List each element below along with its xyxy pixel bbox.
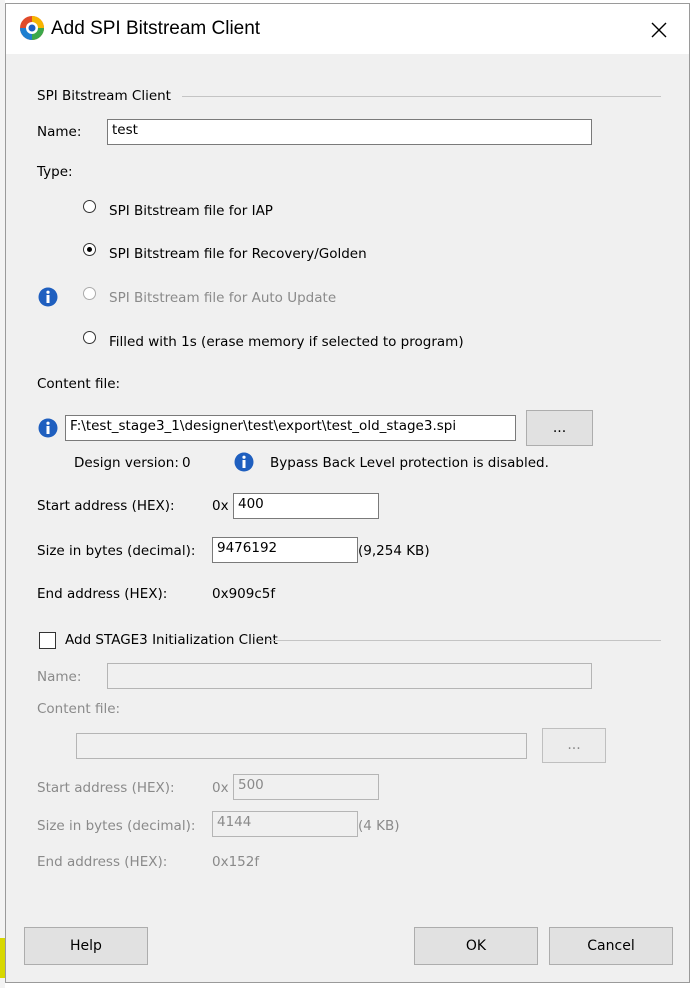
radio-recovery-golden-label[interactable]: SPI Bitstream file for Recovery/Golden <box>109 246 367 262</box>
bypass-info-icon <box>234 452 254 472</box>
design-version-label: Design version: <box>74 455 179 471</box>
close-icon <box>651 22 667 38</box>
stage3-content-file-input[interactable] <box>76 733 527 759</box>
stage3-name-input[interactable] <box>107 663 592 689</box>
stage3-start-address-prefix: 0x <box>212 780 229 796</box>
size-input[interactable]: 9476192 <box>212 537 358 563</box>
ok-button[interactable]: OK <box>414 927 538 965</box>
stage3-content-file-label: Content file: <box>37 701 121 717</box>
window-title: Add SPI Bitstream Client <box>51 18 261 39</box>
name-input[interactable]: test <box>107 119 592 145</box>
stage3-start-address-input[interactable]: 500 <box>233 774 379 800</box>
radio-filled-with-1s[interactable] <box>83 331 96 344</box>
info-icon <box>38 287 58 307</box>
end-address-label: End address (HEX): <box>37 586 168 602</box>
stage3-size-input[interactable]: 4144 <box>212 811 358 837</box>
title-bar: Add SPI Bitstream Client <box>6 4 689 54</box>
radio-auto-update[interactable] <box>83 287 96 300</box>
content-file-label: Content file: <box>37 376 121 392</box>
start-address-label: Start address (HEX): <box>37 498 175 514</box>
stage3-name-label: Name: <box>37 669 82 685</box>
cancel-button[interactable]: Cancel <box>549 927 673 965</box>
stage3-checkbox-label[interactable]: Add STAGE3 Initialization Client <box>65 632 278 648</box>
stage3-size-label: Size in bytes (decimal): <box>37 818 196 834</box>
app-logo-icon <box>20 16 44 40</box>
content-info-icon <box>38 418 58 438</box>
stage3-size-kb: (4 KB) <box>358 818 400 834</box>
add-spi-bitstream-client-dialog: Add SPI Bitstream Client SPI Bitstream C… <box>5 3 690 983</box>
size-label: Size in bytes (decimal): <box>37 543 196 559</box>
stage3-end-address-value: 0x152f <box>212 854 260 870</box>
radio-filled-with-1s-label[interactable]: Filled with 1s (erase memory if selected… <box>109 334 464 350</box>
end-address-value: 0x909c5f <box>212 586 276 602</box>
radio-recovery-golden[interactable] <box>83 243 96 256</box>
stage3-checkbox[interactable] <box>39 632 56 649</box>
bypass-message: Bypass Back Level protection is disabled… <box>270 455 549 471</box>
size-kb: (9,254 KB) <box>358 543 430 559</box>
stage3-start-address-label: Start address (HEX): <box>37 780 175 796</box>
start-address-prefix: 0x <box>212 498 229 514</box>
stage3-browse-button[interactable]: ... <box>542 728 606 763</box>
content-file-input[interactable]: F:\test_stage3_1\designer\test\export\te… <box>65 415 516 441</box>
design-version-value: 0 <box>182 455 191 471</box>
name-label: Name: <box>37 124 82 140</box>
content-browse-button[interactable]: ... <box>526 410 593 446</box>
group-divider <box>182 96 661 97</box>
type-label: Type: <box>37 164 73 180</box>
start-address-input[interactable]: 400 <box>233 493 379 519</box>
help-button[interactable]: Help <box>24 927 148 965</box>
close-button[interactable] <box>636 12 682 48</box>
radio-auto-update-label: SPI Bitstream file for Auto Update <box>109 290 337 306</box>
stage3-end-address-label: End address (HEX): <box>37 854 168 870</box>
stage3-group-divider <box>268 640 661 641</box>
radio-iap-label[interactable]: SPI Bitstream file for IAP <box>109 203 273 219</box>
group-title-spi-bitstream-client: SPI Bitstream Client <box>37 88 171 104</box>
radio-iap[interactable] <box>83 200 96 213</box>
